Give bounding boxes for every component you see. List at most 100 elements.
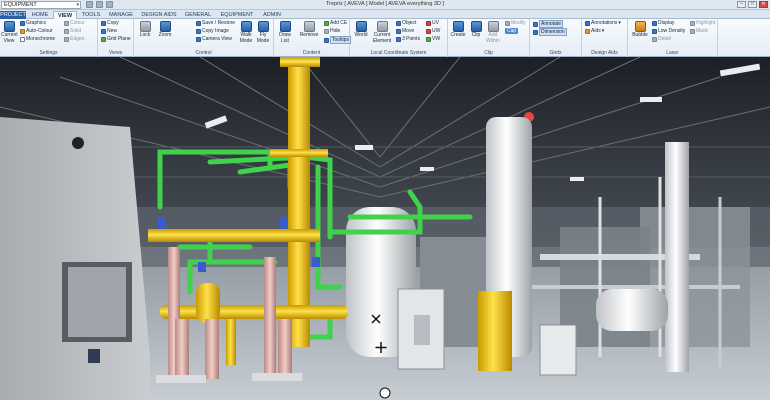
zoom-button[interactable]: Zoom bbox=[157, 21, 173, 39]
move-button[interactable]: Move bbox=[396, 28, 414, 34]
vw-label: VW bbox=[432, 36, 441, 42]
tab-view[interactable]: VIEW bbox=[53, 11, 77, 19]
annotate-grid-button[interactable]: Annotate bbox=[533, 20, 564, 28]
graphics-button[interactable]: Graphics bbox=[20, 20, 46, 26]
lcs-group-label: Local Coordinate System bbox=[370, 50, 427, 56]
vw-plane-icon bbox=[426, 36, 431, 42]
save-restore-button[interactable]: Save / Restore bbox=[196, 20, 235, 26]
new-view-icon bbox=[101, 28, 106, 34]
tooltips-icon bbox=[324, 37, 329, 43]
remove-button[interactable]: Remove bbox=[298, 21, 320, 39]
minimize-button[interactable]: – bbox=[737, 1, 746, 8]
tab-admin[interactable]: ADMIN bbox=[259, 11, 285, 19]
add-ce-label: Add CE bbox=[330, 20, 348, 26]
tab-manage[interactable]: MANAGE bbox=[106, 11, 136, 19]
cabinet-panel bbox=[414, 315, 430, 345]
views-group-label: Views bbox=[108, 50, 123, 56]
lcs-group: World Current Element Object Move 3 Poin… bbox=[350, 19, 448, 57]
uv-button[interactable]: UV bbox=[426, 20, 439, 26]
3d-viewport[interactable] bbox=[0, 57, 770, 400]
close-button[interactable]: ✕ bbox=[759, 1, 768, 8]
edges-label: Edges bbox=[70, 36, 85, 42]
auto-colour-button[interactable]: Auto-Colour bbox=[20, 28, 53, 34]
three-points-icon bbox=[396, 36, 401, 42]
add-ce-button[interactable]: Add CE bbox=[324, 20, 347, 26]
current-element-button[interactable]: Current Element bbox=[371, 21, 393, 44]
current-view-icon bbox=[3, 21, 15, 32]
dimension-grid-button[interactable]: Dimension bbox=[533, 28, 567, 36]
draw-list-button[interactable]: Draw List bbox=[277, 21, 293, 44]
add-within-button[interactable]: Add Within bbox=[485, 21, 501, 44]
tab-design-aids[interactable]: DESIGN AIDS bbox=[140, 11, 178, 19]
grid-plane-button[interactable]: Grid Plane bbox=[101, 36, 131, 42]
edges-button[interactable]: Edges bbox=[64, 36, 84, 42]
plant-scene[interactable] bbox=[0, 57, 770, 400]
clip-icon bbox=[470, 21, 482, 32]
create-clip-label: Create bbox=[450, 32, 466, 38]
current-view-button[interactable]: Current View bbox=[1, 21, 18, 44]
camera-view-button[interactable]: Camera View bbox=[196, 36, 232, 42]
tab-tools[interactable]: TOOLS bbox=[79, 11, 103, 19]
uw-button[interactable]: UW bbox=[426, 28, 440, 34]
mask-button[interactable]: Mask bbox=[690, 28, 708, 34]
tab-general[interactable]: GENERAL bbox=[182, 11, 214, 19]
modify-clip-button[interactable]: Modify bbox=[505, 20, 526, 26]
tab-home[interactable]: HOME bbox=[28, 11, 52, 19]
detail-label: Detail bbox=[658, 36, 671, 42]
copy-view-label: Copy bbox=[107, 20, 119, 26]
display-button[interactable]: Display bbox=[652, 20, 674, 26]
create-clip-icon bbox=[452, 21, 464, 32]
aids-button[interactable]: Aids ▾ bbox=[585, 28, 604, 34]
highlight-button[interactable]: Highlight bbox=[690, 20, 715, 26]
bubble-button[interactable]: Bubble bbox=[630, 21, 650, 39]
tooltips-button[interactable]: Tooltips bbox=[324, 36, 351, 44]
object-button[interactable]: Object bbox=[396, 20, 416, 26]
remove-icon bbox=[303, 21, 315, 32]
zoom-label: Zoom bbox=[158, 32, 172, 38]
monochrome-checkbox[interactable]: Monochrome bbox=[20, 36, 55, 42]
zoom-icon bbox=[159, 21, 171, 32]
colour-button[interactable]: Colour bbox=[64, 20, 85, 26]
uw-label: UW bbox=[432, 28, 441, 34]
world-button[interactable]: World bbox=[353, 21, 369, 39]
laser-group: Bubble Display Low Density Detail Highli… bbox=[628, 19, 718, 57]
tab-project[interactable]: PROJECT bbox=[0, 11, 26, 19]
title-bar: EQUIPMENT ▾ Trepriz [ AVEVA ] Model [ AV… bbox=[0, 0, 770, 10]
clip-label: Clip bbox=[471, 32, 481, 38]
cap-button[interactable]: Cap bbox=[505, 27, 519, 34]
three-points-button[interactable]: 3 Points bbox=[396, 36, 420, 42]
world-icon bbox=[355, 21, 367, 32]
new-view-button[interactable]: New bbox=[101, 28, 117, 34]
low-density-button[interactable]: Low Density bbox=[652, 28, 685, 34]
save-restore-icon bbox=[196, 20, 201, 26]
fly-icon bbox=[257, 21, 269, 32]
auto-colour-icon bbox=[20, 28, 25, 34]
operator-booth bbox=[0, 117, 150, 400]
add-within-label: Add Within bbox=[486, 32, 500, 44]
edges-icon bbox=[64, 36, 69, 42]
vw-button[interactable]: VW bbox=[426, 36, 440, 42]
hide-label: Hide bbox=[330, 28, 341, 34]
create-clip-button[interactable]: Create bbox=[450, 21, 466, 39]
copy-view-button[interactable]: Copy bbox=[101, 20, 119, 26]
copy-image-button[interactable]: Copy Image bbox=[196, 28, 229, 34]
compass-icon[interactable] bbox=[379, 387, 391, 399]
fly-mode-button[interactable]: Fly Mode bbox=[255, 21, 271, 44]
walk-mode-button[interactable]: Walk Mode bbox=[238, 21, 254, 44]
design-aids-group: Annotations ▾ Aids ▾ Design Aids bbox=[582, 19, 628, 57]
dimension-icon bbox=[533, 29, 538, 35]
grids-group-label: Grids bbox=[549, 50, 562, 56]
current-element-label: Current Element bbox=[372, 32, 392, 44]
yellow-skid bbox=[478, 291, 512, 371]
tab-equipment[interactable]: EQUIPMENT bbox=[217, 11, 257, 19]
booth-window-pane bbox=[68, 267, 126, 337]
lock-button[interactable]: Lock bbox=[137, 21, 153, 39]
annotations-button[interactable]: Annotations ▾ bbox=[585, 20, 621, 26]
walk-mode-label: Walk Mode bbox=[239, 32, 253, 44]
solid-button[interactable]: Solid bbox=[64, 28, 81, 34]
maximize-button[interactable]: □ bbox=[748, 1, 757, 8]
hide-button[interactable]: Hide bbox=[324, 28, 340, 34]
bubble-icon bbox=[634, 21, 646, 32]
detail-button[interactable]: Detail bbox=[652, 36, 671, 42]
clip-button[interactable]: Clip bbox=[468, 21, 484, 39]
